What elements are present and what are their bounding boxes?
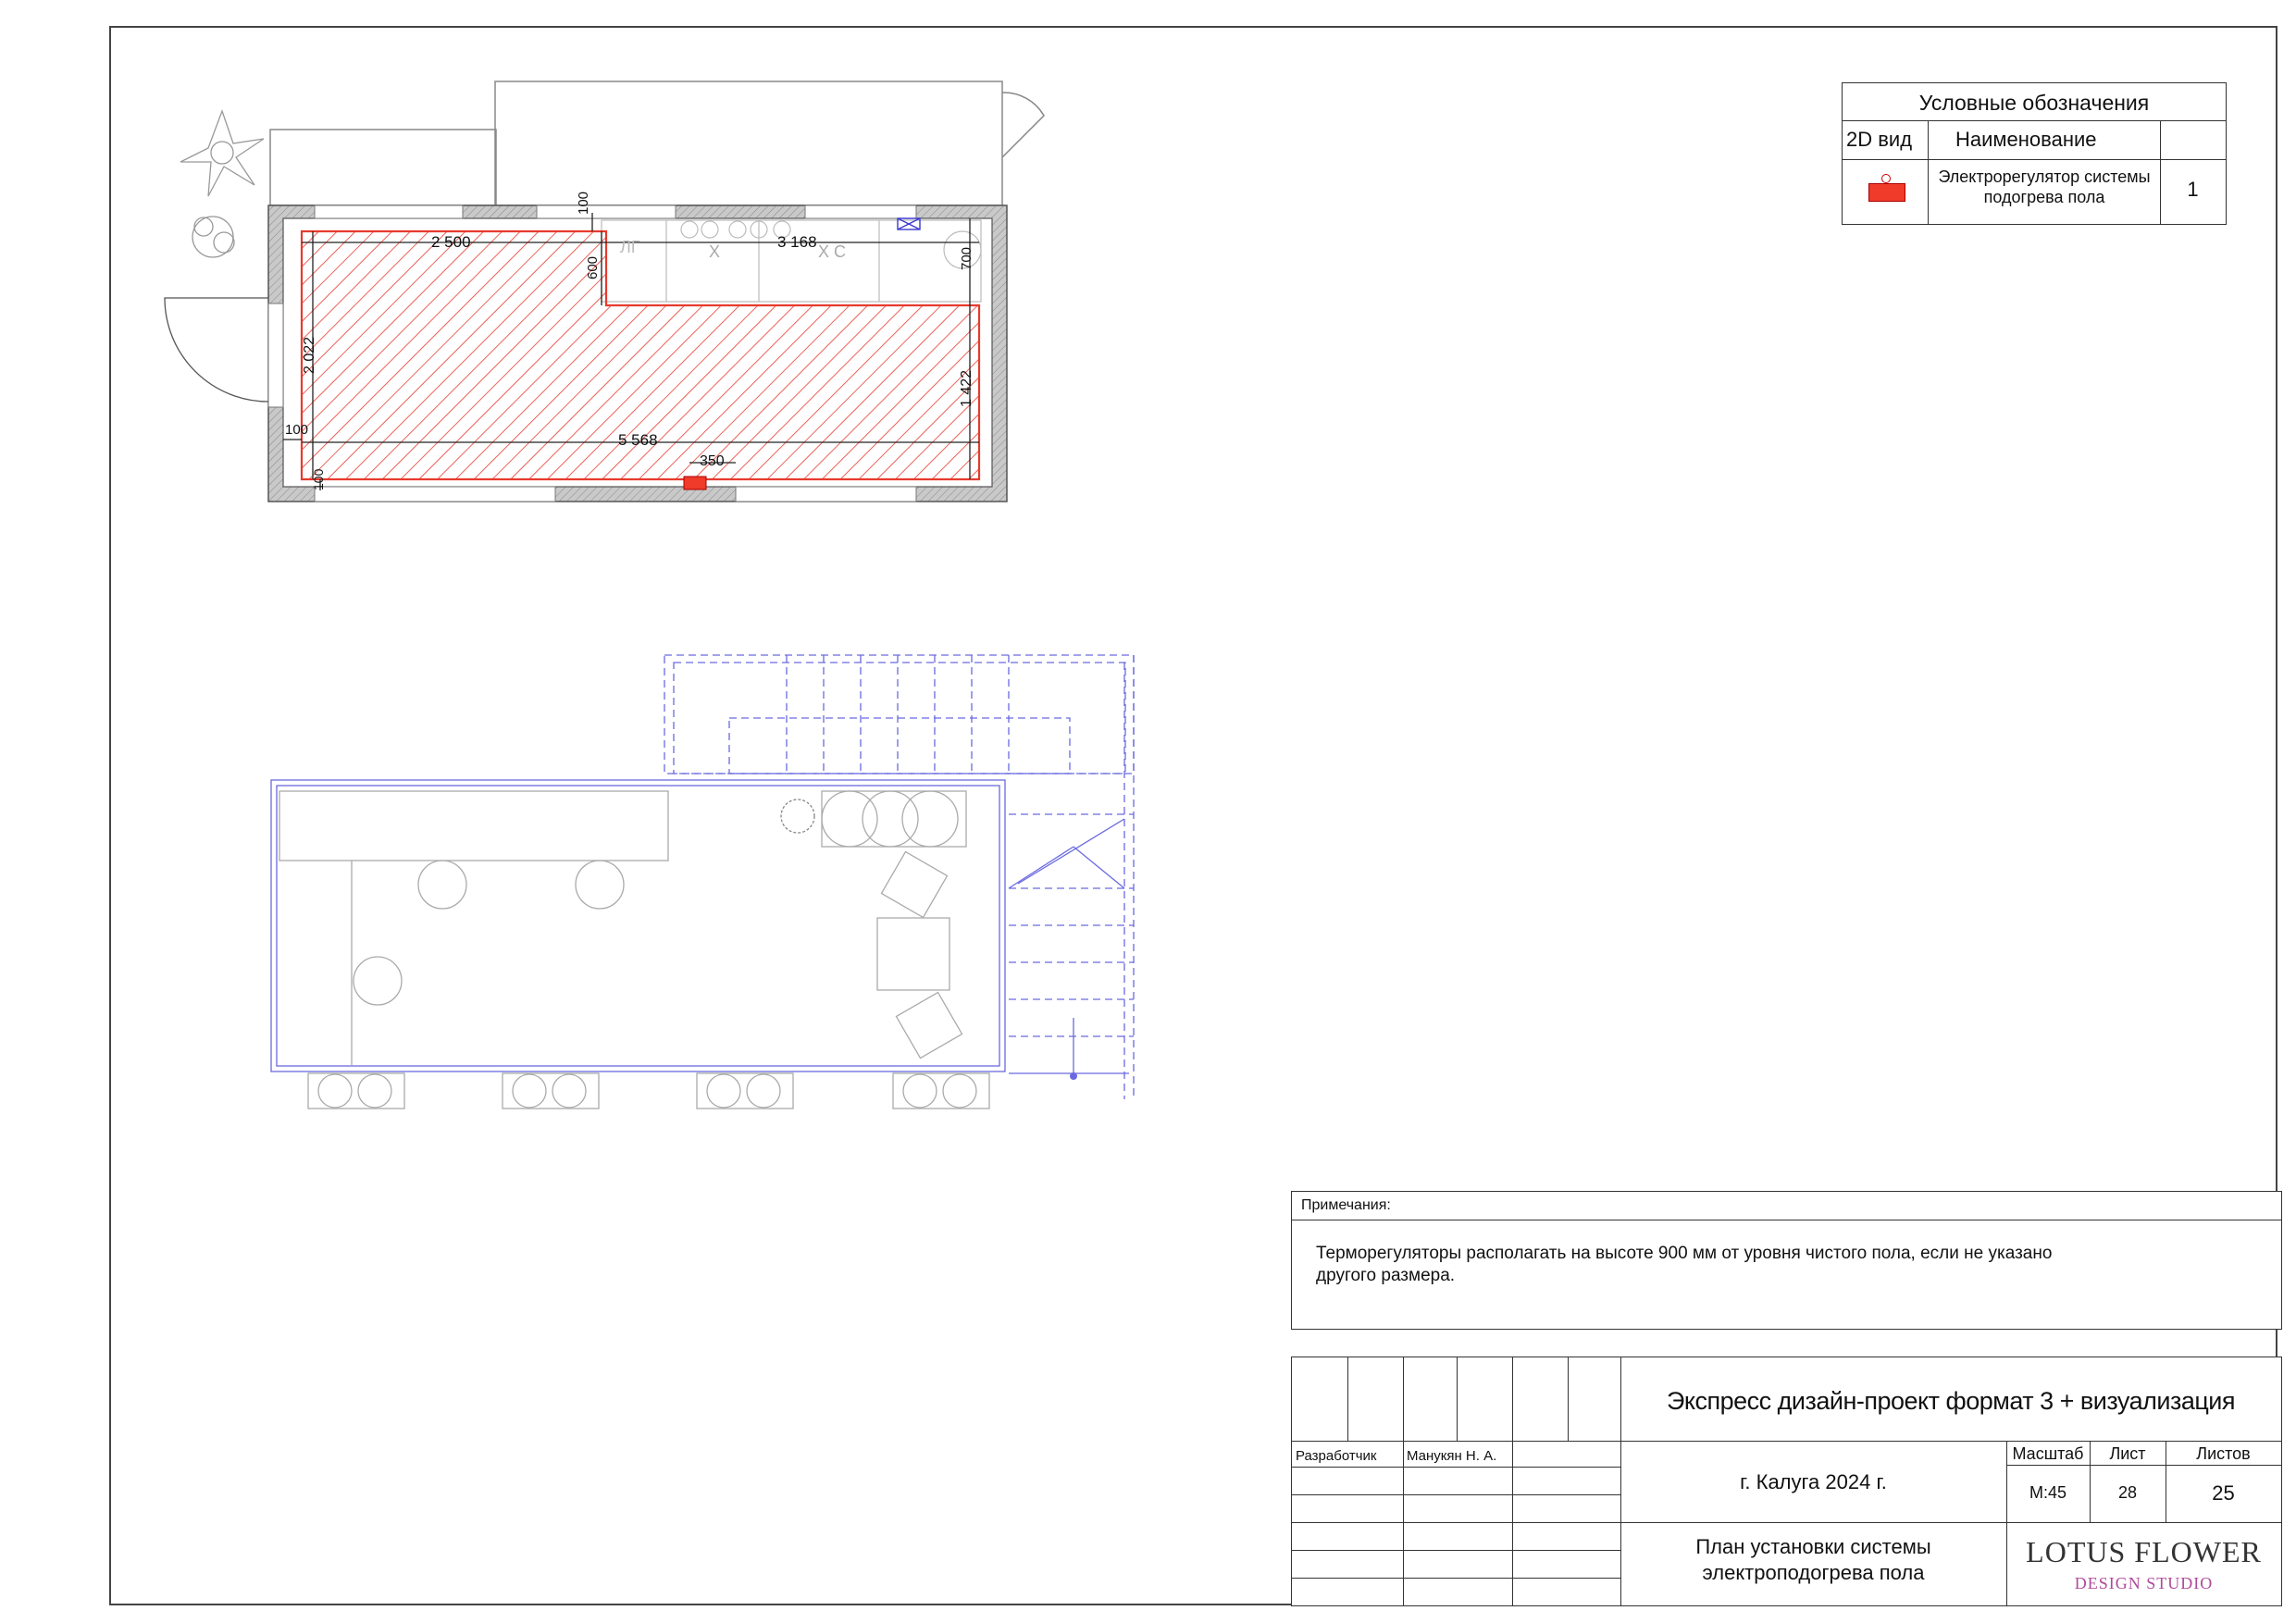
terrace [269,81,1045,206]
sheets-value: 25 [2212,1481,2235,1505]
dim-100-top: 100 [576,191,591,215]
scale-value: М:45 [2029,1483,2067,1502]
thermostat-icon [683,476,707,490]
door-swing [164,297,269,403]
fixture-lg: ЛГ [620,238,640,256]
sheet-title-line2: электроподогрева пола [1702,1561,1925,1584]
logo-main: LOTUS FLOWER [2026,1535,2262,1568]
legend-item-name: Электрорегулятор системы подогрева пола [1938,167,2151,206]
red-thermostat-icon [1868,183,1905,202]
legend-col-name: Наименование [1955,128,2097,151]
dim-600: 600 [585,255,601,279]
sheet-title-line1: План установки системы [1695,1535,1931,1558]
dim-2500: 2 500 [431,233,471,251]
logo-sub: DESIGN STUDIO [2074,1574,2214,1592]
legend-item-qty: 1 [2187,178,2199,201]
dim-100-left: 100 [285,422,309,438]
notes-text-line1: Терморегуляторы располагать на высоте 90… [1316,1244,2053,1263]
sheet-label: Лист [2109,1444,2146,1463]
developer-label: Разработчик [1296,1448,1377,1464]
fixture-xc: Х С [818,242,847,261]
notes-text-line2: другого размера. [1316,1266,1456,1285]
legend-title: Условные обозначения [1918,91,2150,115]
notes-box: Примечания: Терморегуляторы располагать … [1291,1191,2282,1330]
notes-label: Примечания: [1301,1197,1391,1213]
developer-name: Манукян Н. А. [1407,1448,1497,1464]
dim-3168: 3 168 [777,233,817,251]
dim-100-bottom: 100 [311,468,326,490]
dim-700: 700 [959,246,974,270]
scale-label: Масштаб [2012,1444,2084,1463]
plant-icon [180,109,265,258]
dim-1422: 1 422 [959,369,974,407]
location-year: г. Калуга 2024 г. [1740,1470,1887,1493]
legend-col-view: 2D вид [1846,128,1913,151]
sheets-label: Листов [2196,1444,2251,1463]
title-block: Разработчик Манукян Н. А. Экспресс дизай… [1291,1357,2282,1606]
fixture-x: Х [709,242,721,261]
dim-2022: 2 022 [302,336,317,374]
sheet-value: 28 [2117,1483,2138,1502]
thermostat-knob-icon [1881,174,1891,183]
dim-350: 350 [700,453,725,469]
legend-table: Условные обозначения 2D вид Наименование… [1842,82,2227,225]
upper-floor-plan [270,654,1135,1109]
project-title: Экспресс дизайн-проект формат 3 + визуал… [1666,1387,2236,1415]
dim-5568: 5 568 [618,431,658,449]
